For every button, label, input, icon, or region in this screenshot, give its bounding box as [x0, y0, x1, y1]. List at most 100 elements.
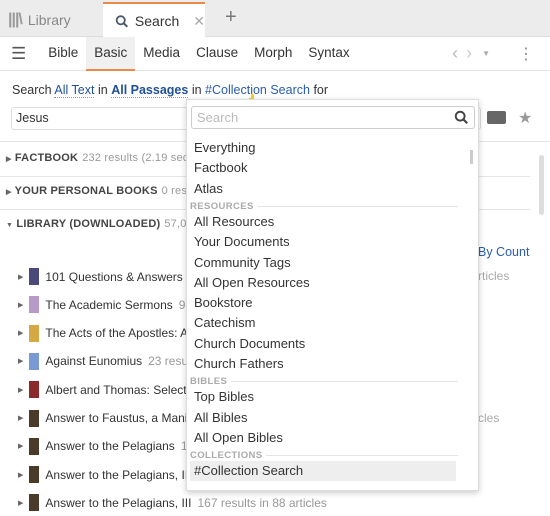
search-toolbar: ☰ Bible Basic Media Clause Morph Syntax … — [0, 36, 550, 71]
sort-by-count[interactable]: By Count — [478, 245, 529, 259]
menu-icon[interactable]: ☰ — [11, 44, 26, 64]
tab-bible[interactable]: Bible — [40, 37, 86, 71]
dropdown-item[interactable]: All Bibles — [194, 408, 460, 428]
dropdown-item[interactable]: Top Bibles — [194, 387, 460, 407]
book-title: Answer to the Pelagians, III — [45, 495, 192, 510]
book-title: Albert and Thomas: Select — [45, 382, 187, 397]
book-title: The Acts of the Apostles: A — [45, 326, 189, 341]
history-dropdown-icon[interactable]: ▼ — [482, 49, 490, 58]
section-count: 232 results (2.19 sec — [82, 152, 189, 164]
book-title: The Academic Sermons — [45, 297, 173, 312]
scrollbar[interactable] — [539, 155, 544, 215]
back-icon[interactable]: ‹ — [452, 43, 458, 64]
book-count: cles — [478, 410, 500, 425]
book-count: rticles — [478, 269, 510, 283]
search-icon[interactable] — [454, 110, 469, 125]
expand-icon: ▶ — [18, 386, 24, 394]
book-row[interactable]: ▶ Answer to Faustus, a Manic — [18, 409, 199, 427]
dropdown-item[interactable]: Community Tags — [194, 253, 460, 273]
book-cover-icon — [29, 437, 40, 455]
expand-icon: ▶ — [6, 189, 12, 196]
expand-icon: ▶ — [6, 156, 12, 163]
book-row[interactable]: ▶ Answer to the Pelagians, II — [18, 466, 194, 484]
dropdown-item[interactable]: All Resources — [194, 212, 460, 232]
range-selector[interactable]: All Passages — [111, 83, 189, 98]
close-icon[interactable]: ✕ — [193, 13, 205, 30]
expand-icon: ▶ — [18, 443, 24, 451]
book-count: 167 results in 88 articles — [197, 495, 327, 510]
book-title: 101 Questions & Answers o — [45, 269, 193, 284]
new-tab-button[interactable]: + — [225, 6, 237, 29]
book-row[interactable]: ▶The Academic Sermons92 — [18, 296, 192, 314]
section-title: YOUR PERSONAL BOOKS — [14, 185, 158, 197]
label: in — [191, 83, 202, 97]
label: in — [97, 83, 108, 97]
collection-dropdown: Search Everything Factbook Atlas RESOURCES A… — [186, 99, 479, 491]
expand-icon: ▶ — [18, 301, 24, 309]
dropdown-group-header: RESOURCES — [190, 201, 458, 212]
book-row[interactable]: ▶ 101 Questions & Answers o — [18, 268, 199, 285]
book-row[interactable]: ▶ The Acts of the Apostles: A — [18, 324, 194, 342]
placeholder: Search — [197, 110, 239, 125]
dropdown-item[interactable]: Atlas — [194, 179, 460, 199]
book-row[interactable]: ▶ Albert and Thomas: Select — [18, 381, 193, 399]
expand-icon: ▶ — [18, 415, 24, 422]
book-row[interactable]: ▶Answer to the Pelagians19 — [18, 437, 194, 455]
section-factbook[interactable]: ▶ FACTBOOK 232 results (2.19 sec — [6, 152, 189, 164]
dropdown-item[interactable]: Bookstore — [194, 293, 460, 313]
book-cover-icon — [29, 409, 40, 427]
book-count: 23 resul — [148, 354, 191, 369]
book-row[interactable]: ▶ Against Eunomius 23 resul — [18, 352, 191, 370]
tab-library[interactable]: |||\ Library — [8, 2, 71, 37]
star-icon[interactable]: ★ — [518, 108, 532, 128]
query-text: Jesus — [16, 111, 49, 125]
tab-search[interactable]: Search ✕ — [103, 2, 205, 38]
expand-icon: ▶ — [18, 330, 24, 338]
search-description: Search All Text in All Passages in #Coll… — [12, 83, 329, 98]
expand-icon: ▶ — [18, 358, 24, 366]
library-icon: |||\ — [8, 10, 23, 28]
dropdown-item[interactable]: All Open Resources — [194, 273, 460, 293]
search-icon — [115, 14, 128, 28]
more-options-icon[interactable]: ⋮ — [518, 44, 534, 64]
dropdown-item[interactable]: #Collection Search — [190, 461, 456, 482]
label: Search — [12, 83, 52, 97]
book-cover-icon — [29, 296, 40, 314]
dropdown-item[interactable]: Your Documents — [194, 232, 460, 252]
expand-icon: ▶ — [18, 273, 24, 281]
book-cover-icon — [29, 494, 40, 512]
section-library[interactable]: ▼ LIBRARY (DOWNLOADED) 57,07 — [6, 218, 193, 230]
collapse-icon: ▼ — [6, 222, 14, 229]
dropdown-search-input[interactable]: Search — [191, 106, 475, 129]
book-title: Answer to the Pelagians — [45, 439, 175, 454]
tab-label: Library — [27, 11, 71, 28]
section-title: LIBRARY (DOWNLOADED) — [16, 218, 161, 230]
book-title: Against Eunomius — [45, 354, 143, 369]
label: for — [313, 83, 329, 97]
keyboard-icon[interactable] — [487, 111, 506, 124]
book-title: Answer to Faustus, a Manic — [45, 411, 194, 425]
book-cover-icon — [29, 466, 40, 484]
dropdown-item[interactable]: Factbook — [194, 158, 460, 178]
dropdown-item[interactable]: Church Fathers — [194, 354, 460, 374]
tab-clause[interactable]: Clause — [188, 37, 246, 71]
dropdown-item[interactable]: All Open Bibles — [194, 428, 460, 448]
expand-icon: ▶ — [18, 499, 24, 507]
tab-syntax[interactable]: Syntax — [300, 37, 357, 71]
expand-icon: ▶ — [18, 471, 24, 479]
section-personal-books[interactable]: ▶ YOUR PERSONAL BOOKS 0 resu — [6, 185, 193, 197]
book-cover-icon — [29, 268, 40, 285]
tab-morph[interactable]: Morph — [246, 37, 300, 71]
scope-selector[interactable]: All Text — [54, 83, 95, 98]
dropdown-item[interactable]: Everything — [194, 138, 460, 158]
tab-basic[interactable]: Basic — [86, 36, 136, 71]
dropdown-scrollbar[interactable] — [470, 150, 473, 164]
forward-icon[interactable]: › — [466, 43, 472, 64]
tab-media[interactable]: Media — [135, 37, 188, 71]
book-cover-icon — [29, 324, 40, 342]
dropdown-group-header: BIBLES — [190, 376, 458, 387]
tab-label: Search — [134, 13, 180, 29]
dropdown-item[interactable]: Church Documents — [194, 334, 460, 354]
dropdown-item[interactable]: Catechism — [194, 313, 460, 333]
book-row[interactable]: ▶ Answer to the Pelagians, III 167 results… — [18, 494, 327, 512]
